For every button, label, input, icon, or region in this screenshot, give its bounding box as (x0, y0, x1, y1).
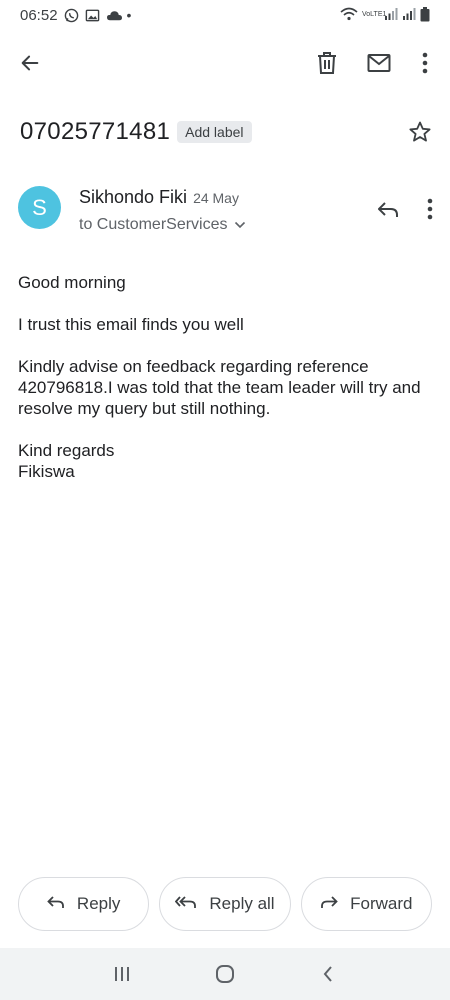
body-greeting: Good morning (18, 273, 126, 292)
action-buttons: Reply Reply all Forward (18, 877, 432, 931)
recents-icon[interactable] (107, 959, 137, 989)
sender-header: S Sikhondo Fiki 24 May to CustomerService… (18, 183, 440, 243)
status-bar-left: 06:52 • (20, 7, 131, 24)
body-line: I trust this email finds you well (18, 315, 244, 334)
recipient-details[interactable]: to CustomerServices (79, 216, 246, 234)
system-nav-bar (0, 948, 450, 1000)
battery-icon (420, 6, 430, 24)
body-paragraph: Kindly advise on feedback regarding refe… (18, 357, 421, 418)
whatsapp-icon (64, 8, 79, 23)
trash-icon[interactable] (312, 48, 342, 78)
more-vert-icon[interactable] (410, 48, 440, 78)
image-icon (85, 8, 100, 23)
forward-label: Forward (350, 894, 413, 913)
email-body: Good morning I trust this email finds yo… (18, 272, 430, 482)
forward-icon (320, 894, 338, 914)
avatar[interactable]: S (18, 186, 61, 229)
forward-button[interactable]: Forward (300, 877, 432, 931)
body-signature: Fikiswa (18, 462, 75, 481)
recipient-text: to CustomerServices (79, 216, 228, 233)
signal-icon (384, 7, 398, 23)
sender-name: Sikhondo Fiki (79, 187, 188, 207)
volte-label: VoLTE1 (362, 11, 387, 18)
back-arrow-icon[interactable] (15, 48, 45, 78)
mail-icon[interactable] (364, 48, 394, 78)
dot-icon: • (126, 7, 132, 23)
email-date: 24 May (193, 190, 239, 206)
star-icon[interactable] (405, 117, 435, 147)
add-label-chip[interactable]: Add label (177, 121, 252, 143)
reply-all-icon (175, 894, 197, 914)
reply-label: Reply (76, 894, 121, 913)
back-chevron-icon[interactable] (313, 959, 343, 989)
chevron-down-icon (234, 216, 246, 234)
reply-icon (47, 894, 65, 914)
toolbar (0, 38, 450, 88)
email-subject: 07025771481 (20, 118, 171, 145)
reply-all-label: Reply all (209, 894, 275, 913)
status-bar: 06:52 • VoLTE1 (0, 0, 450, 30)
more-vert-icon[interactable] (420, 195, 440, 223)
home-icon[interactable] (210, 959, 240, 989)
reply-button[interactable]: Reply (18, 877, 150, 931)
cloud-icon (106, 8, 122, 23)
body-closing: Kind regards (18, 441, 115, 460)
sender-line: Sikhondo Fiki 24 May (79, 187, 239, 208)
status-time: 06:52 (20, 6, 58, 24)
signal-icon (402, 7, 416, 23)
status-bar-right: VoLTE1 (340, 6, 430, 24)
wifi-icon (340, 7, 358, 23)
reply-icon[interactable] (374, 195, 402, 223)
subject-row: 07025771481 Add label (20, 112, 440, 152)
reply-all-button[interactable]: Reply all (159, 877, 291, 931)
